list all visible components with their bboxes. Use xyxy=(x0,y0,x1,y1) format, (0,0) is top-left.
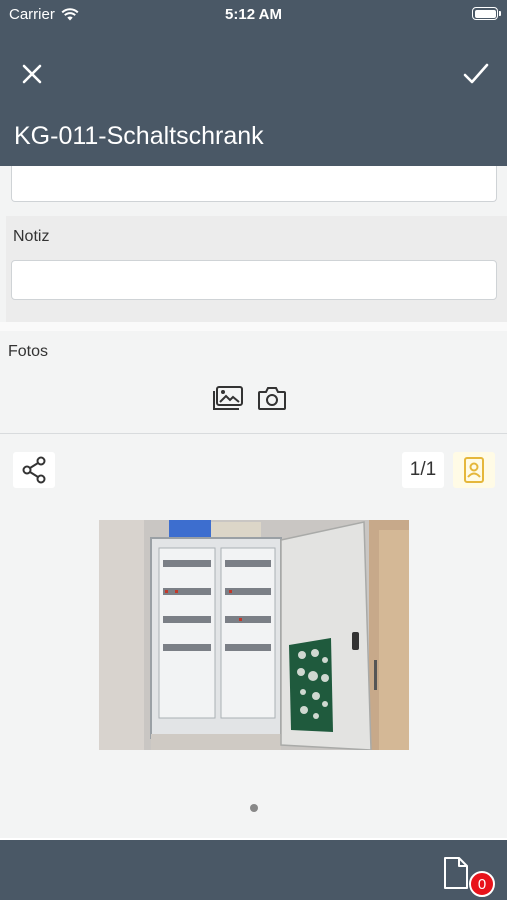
close-icon xyxy=(22,64,42,84)
section-divider xyxy=(0,322,507,331)
top-text-field[interactable] xyxy=(11,166,497,202)
battery-icon xyxy=(472,7,501,20)
bottom-bar: 0 xyxy=(0,840,507,900)
fotos-label: Fotos xyxy=(8,343,49,360)
contact-button[interactable] xyxy=(453,452,495,488)
image-gallery-icon xyxy=(213,386,243,410)
camera-icon xyxy=(258,387,286,410)
status-time: 5:12 AM xyxy=(225,6,282,23)
photo-gallery: 1/1 xyxy=(0,434,507,838)
document-icon xyxy=(444,857,468,889)
share-icon xyxy=(22,456,46,484)
notiz-input[interactable] xyxy=(11,260,497,300)
status-bar: Carrier 5:12 AM xyxy=(0,0,507,28)
confirm-button[interactable] xyxy=(458,56,494,92)
photo-counter: 1/1 xyxy=(402,452,444,488)
page-indicator-dot[interactable] xyxy=(250,804,258,812)
page-title: KG-011-Schaltschrank xyxy=(14,122,264,150)
document-count-badge: 0 xyxy=(469,871,495,897)
notiz-section: Notiz xyxy=(6,216,507,322)
camera-button[interactable] xyxy=(256,383,288,413)
share-button[interactable] xyxy=(13,452,55,488)
close-button[interactable] xyxy=(14,56,50,92)
contact-card-icon xyxy=(464,457,484,483)
document-button[interactable] xyxy=(442,856,472,890)
electrical-cabinet-photo[interactable] xyxy=(99,520,409,750)
form-content: Notiz Fotos 1/1 xyxy=(0,166,507,840)
image-gallery-button[interactable] xyxy=(211,383,245,413)
navigation-bar: KG-011-Schaltschrank xyxy=(0,28,507,166)
checkmark-icon xyxy=(463,63,489,84)
fotos-section: Fotos xyxy=(0,331,507,434)
notiz-label: Notiz xyxy=(13,228,50,245)
